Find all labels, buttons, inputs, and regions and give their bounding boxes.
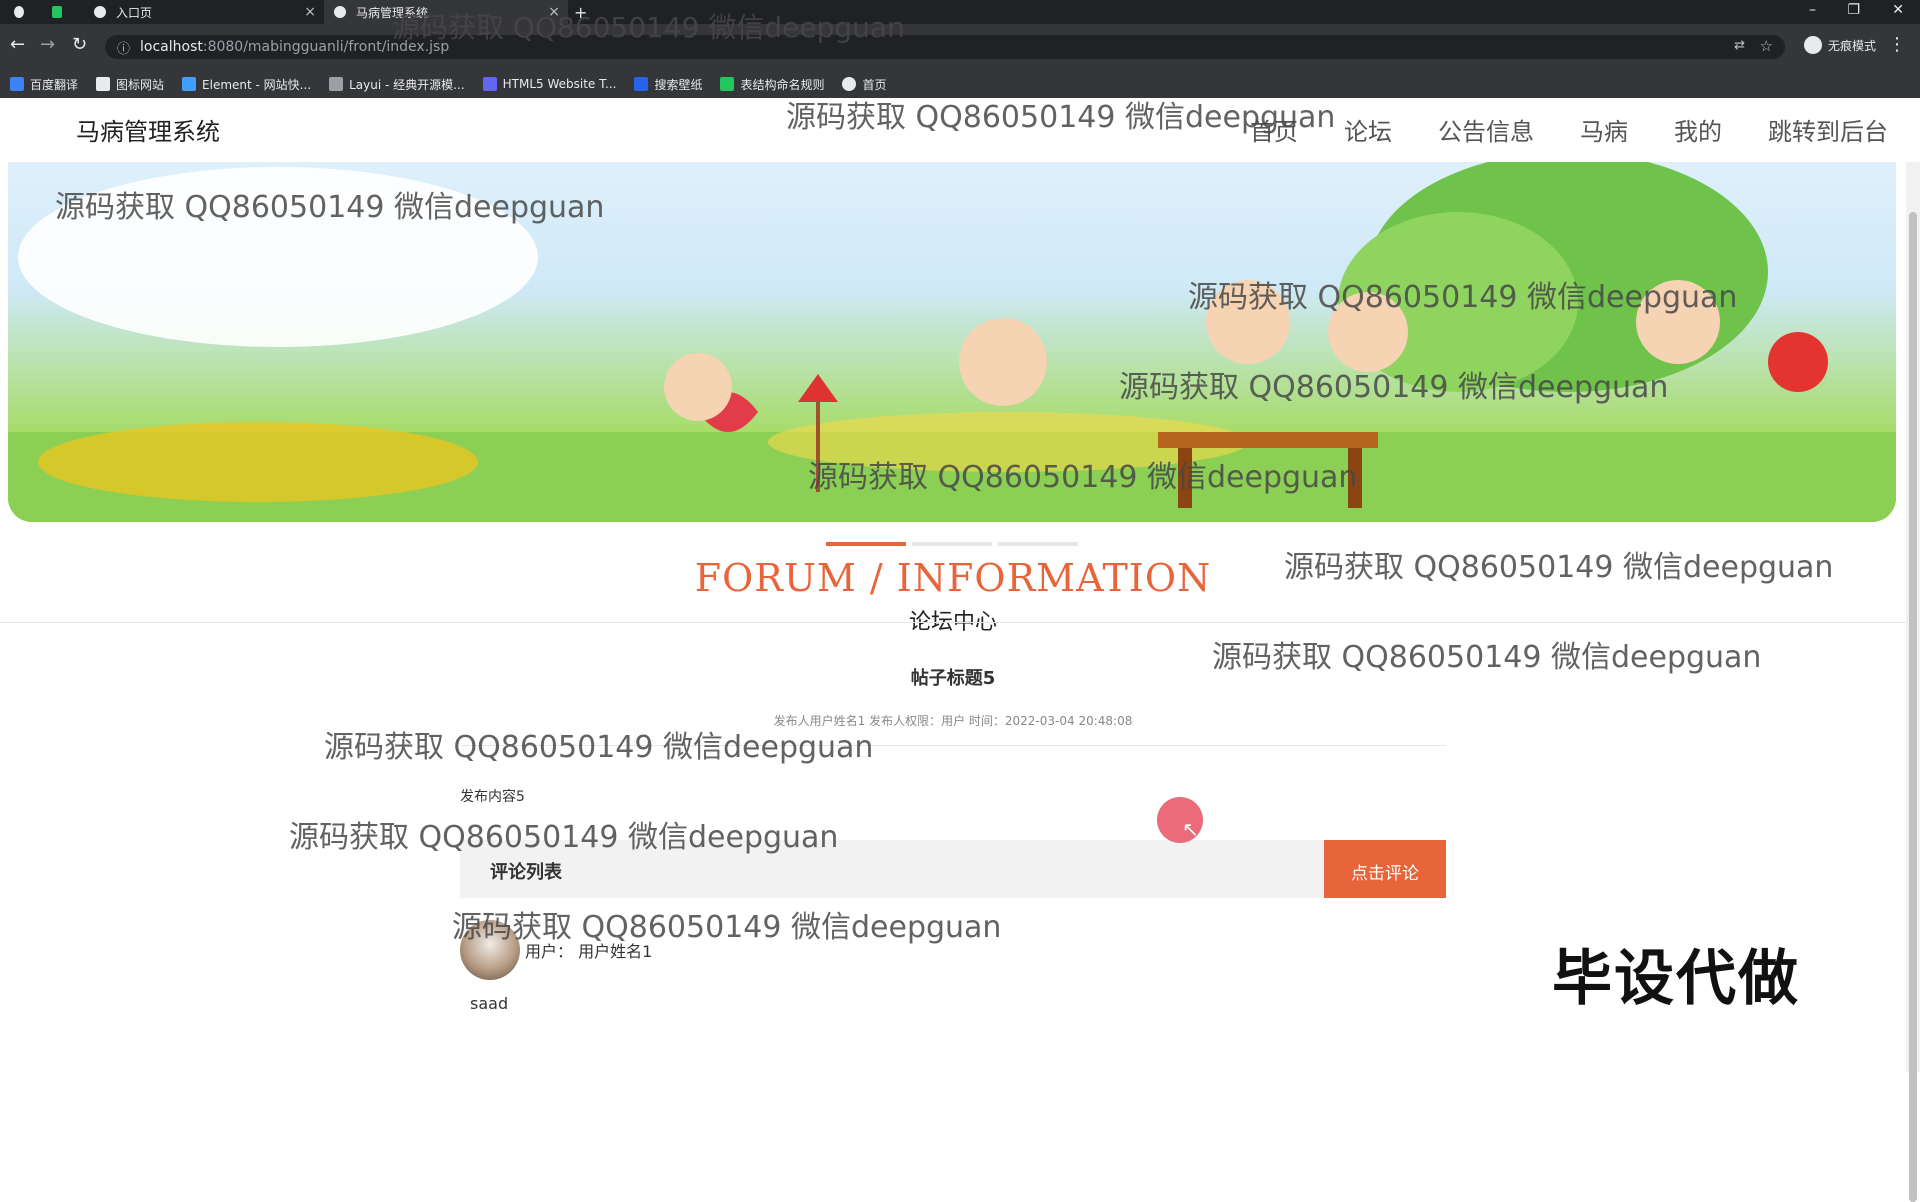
nav-horse-disease[interactable]: 马病: [1580, 112, 1628, 147]
sheet-icon: [720, 77, 735, 91]
cursor-icon: ↖: [1182, 817, 1199, 841]
watermark: 源码获取 QQ86050149 微信deepguan: [1188, 280, 1738, 315]
watermark: 源码获取 QQ86050149 微信deepguan: [392, 11, 905, 44]
incognito-icon: [1803, 36, 1822, 54]
star-icon[interactable]: ☆: [1760, 37, 1773, 55]
restore-icon[interactable]: ❐: [1847, 2, 1860, 18]
site-title: 马病管理系统: [76, 118, 220, 146]
browser-tab-strip: 入口页 × 马病管理系统 × + – ❐ ✕: [0, 0, 1920, 24]
bookmark-label: HTML5 Website T...: [502, 77, 617, 91]
bookmark-item[interactable]: 搜索壁纸: [634, 76, 702, 93]
add-comment-button[interactable]: 点击评论: [1324, 840, 1446, 898]
reload-icon[interactable]: ↻: [72, 34, 87, 55]
page-scrollbar[interactable]: [1906, 162, 1920, 1202]
bookmark-label: 百度翻译: [30, 77, 79, 92]
translate-icon: [10, 77, 24, 91]
carousel-dot[interactable]: [998, 542, 1078, 546]
nav-notices[interactable]: 公告信息: [1438, 112, 1534, 147]
section-divider: [0, 622, 1906, 623]
post-content: 发布内容5: [460, 789, 525, 805]
bookmark-label: Layui - 经典开源模...: [349, 77, 465, 92]
bookmark-item[interactable]: HTML5 Website T...: [482, 77, 617, 91]
bookmark-label: Element - 网站快...: [202, 77, 312, 92]
flag-icon: [96, 77, 111, 91]
carousel-dot-active[interactable]: [826, 542, 906, 546]
app-icon: [52, 6, 62, 18]
address-bar[interactable]: ⓘ localhost:8080/mabingguanli/front/inde…: [105, 35, 1785, 59]
globe-icon: [94, 6, 106, 18]
carousel-dot[interactable]: [912, 542, 992, 546]
watermark: 源码获取 QQ86050149 微信deepguan: [452, 910, 1002, 945]
menu-icon[interactable]: ⋮: [1888, 34, 1906, 55]
layui-icon: [329, 77, 344, 91]
watermark: 源码获取 QQ86050149 微信deepguan: [808, 460, 1358, 495]
html5-icon: [482, 77, 497, 91]
translate-icon[interactable]: ⇄: [1734, 38, 1745, 53]
bookmark-item[interactable]: 百度翻译: [10, 76, 78, 93]
post-meta: 发布人用户姓名1 发布人权限：用户 时间：2022-03-04 20:48:08: [773, 714, 1133, 728]
nav-mine[interactable]: 我的: [1674, 112, 1722, 147]
nav-forum[interactable]: 论坛: [1344, 112, 1392, 147]
back-icon[interactable]: ←: [10, 34, 25, 55]
nav-admin[interactable]: 跳转到后台: [1768, 112, 1888, 147]
bookmark-label: 首页: [862, 77, 887, 92]
tab-pinned-1[interactable]: [14, 0, 34, 24]
bookmark-item[interactable]: 图标网站: [96, 76, 164, 93]
wallpaper-icon: [634, 77, 649, 91]
bookmark-label: 表结构命名规则: [740, 77, 825, 92]
incognito-indicator[interactable]: 无痕模式: [1803, 36, 1876, 54]
browser-toolbar: ← → ↻ ⓘ localhost:8080/mabingguanli/fron…: [0, 24, 1920, 70]
incognito-label: 无痕模式: [1827, 38, 1876, 53]
scrollbar-thumb[interactable]: [1909, 212, 1917, 1202]
comment-list-title: 评论列表: [490, 862, 562, 883]
tab-entry-page[interactable]: 入口页 ×: [86, 0, 324, 24]
bookmark-label: 搜索壁纸: [654, 77, 703, 92]
bookmark-item[interactable]: 表结构命名规则: [720, 76, 824, 93]
element-icon: [182, 77, 197, 91]
url-host: localhost: [140, 39, 203, 55]
tab-label: 入口页: [116, 5, 153, 20]
globe-icon: [334, 6, 346, 18]
watermark: 源码获取 QQ86050149 微信deepguan: [1284, 550, 1834, 585]
watermark: 源码获取 QQ86050149 微信deepguan: [1119, 370, 1669, 405]
watermark: 源码获取 QQ86050149 微信deepguan: [1212, 640, 1762, 675]
close-icon[interactable]: ×: [304, 4, 316, 20]
bookmark-item[interactable]: Layui - 经典开源模...: [329, 76, 465, 93]
forward-icon[interactable]: →: [40, 34, 55, 55]
promo-overlay: 毕设代做: [1552, 944, 1800, 1014]
comment-text: saad: [470, 994, 509, 1013]
watermark: 源码获取 QQ86050149 微信deepguan: [55, 190, 605, 225]
watermark: 源码获取 QQ86050149 微信deepguan: [324, 730, 874, 765]
bookmark-item[interactable]: Element - 网站快...: [182, 76, 311, 93]
browser-icon: [14, 6, 24, 18]
window-close-icon[interactable]: ✕: [1892, 2, 1904, 18]
globe-icon: [842, 77, 857, 91]
watermark: 源码获取 QQ86050149 微信deepguan: [289, 820, 839, 855]
info-icon[interactable]: ⓘ: [117, 38, 130, 57]
tab-pinned-2[interactable]: [52, 0, 72, 24]
bookmark-label: 图标网站: [116, 77, 165, 92]
bookmark-item[interactable]: 首页: [842, 76, 887, 93]
watermark: 源码获取 QQ86050149 微信deepguan: [786, 100, 1336, 135]
carousel-indicators: [826, 542, 1084, 546]
minimize-icon[interactable]: –: [1809, 2, 1816, 18]
